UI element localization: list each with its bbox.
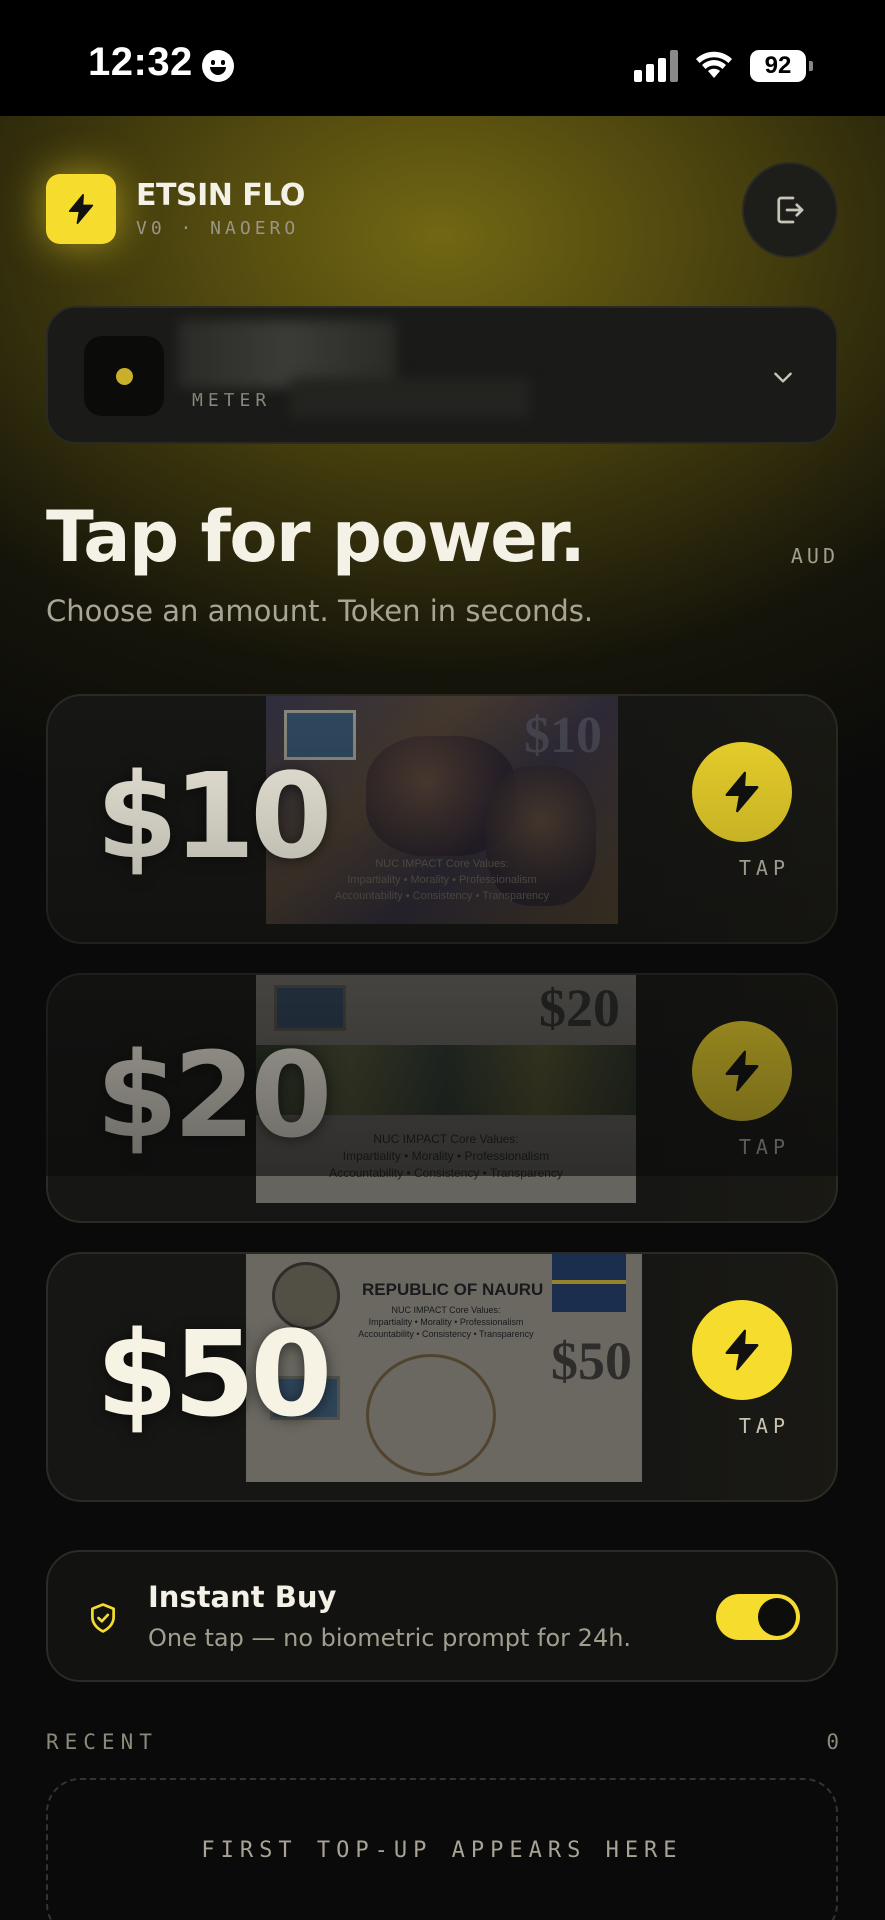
amount-card-20[interactable]: $20 NUC IMPACT Core Values: Impartiality… [46,973,838,1223]
recent-section-label: RECENT [46,1730,158,1754]
brand-subtitle: V0 · NAOERO [136,218,300,239]
app-logo [46,174,116,244]
bolt-icon [725,1329,759,1371]
bolt-icon [68,193,94,225]
signal-icon [634,50,682,82]
battery-indicator: 92 [750,50,813,82]
amount-card-50[interactable]: REPUBLIC OF NAURU NUC IMPACT Core Values… [46,1252,838,1502]
page-title: Tap for power. [46,496,586,578]
currency-label: AUD [790,544,839,568]
shield-check-icon [91,1603,115,1633]
wifi-icon [696,51,732,78]
logout-icon [777,196,804,224]
tap-label: TAP [738,1414,790,1438]
brand-name: ETSIN FLO [136,178,305,213]
status-bar: 12:32 92 [0,0,885,116]
tap-label: TAP [738,856,790,880]
meter-status-icon [84,336,164,416]
chevron-down-icon [774,372,792,383]
recent-count: 0 [826,1730,839,1754]
amount-value: $20 [96,1026,332,1165]
amount-card-10[interactable]: $10 NUC IMPACT Core Values: Impartiality… [46,694,838,944]
meter-selector[interactable]: METER [46,306,838,444]
amount-value: $10 [96,747,332,886]
tap-button[interactable] [692,1300,792,1400]
instant-buy-title: Instant Buy [148,1580,337,1614]
logout-button[interactable] [742,162,838,258]
meter-name-redacted [290,378,530,418]
tap-label: TAP [738,1135,790,1159]
tap-button[interactable] [692,742,792,842]
instant-buy-card: Instant Buy One tap — no biometric promp… [46,1550,838,1682]
instant-buy-toggle[interactable] [716,1594,800,1640]
bolt-icon [725,771,759,813]
page-subtitle: Choose an amount. Token in seconds. [46,594,594,628]
status-time: 12:32 [88,40,193,84]
recent-empty-text: FIRST TOP-UP APPEARS HERE [201,1838,683,1863]
instant-buy-subtitle: One tap — no biometric prompt for 24h. [148,1624,632,1652]
amount-value: $50 [96,1305,332,1444]
meter-label: METER [192,390,272,411]
bolt-icon [725,1050,759,1092]
smiley-icon [202,50,234,82]
recent-empty-state: FIRST TOP-UP APPEARS HERE [46,1778,838,1920]
tap-button[interactable] [692,1021,792,1121]
